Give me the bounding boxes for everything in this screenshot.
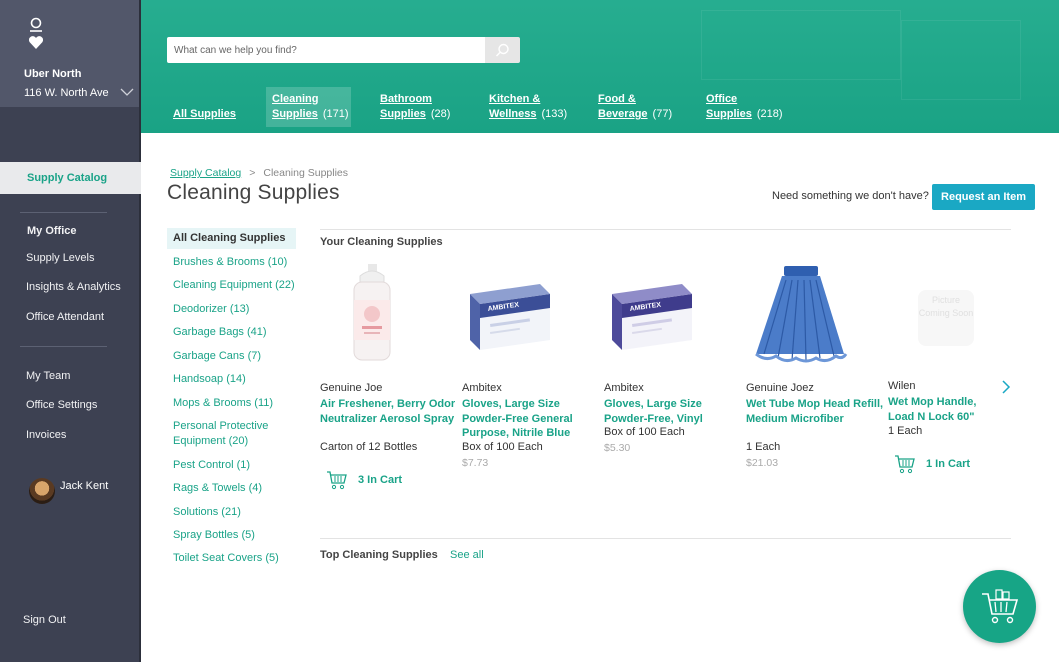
product-brand: Genuine Joez	[746, 382, 814, 394]
category-item[interactable]: Personal Protective Equipment (20)	[173, 419, 273, 449]
category-item[interactable]: Handsoap (14)	[173, 372, 298, 387]
category-item[interactable]: Mops & Brooms (11)	[173, 396, 298, 411]
glove-box-image: AMBITEX	[612, 284, 692, 350]
breadcrumb: Supply Catalog > Cleaning Supplies	[170, 167, 348, 179]
sidebar-item-supply-catalog[interactable]: Supply Catalog	[0, 162, 141, 194]
org-name: Uber North	[24, 68, 82, 80]
avatar[interactable]	[29, 478, 55, 504]
sidebar-item-my-team[interactable]: My Team	[26, 370, 70, 382]
aerosol-can-image	[353, 264, 391, 361]
request-item-button[interactable]: Request an Item	[932, 184, 1035, 210]
product-pack-size: Carton of 12 Bottles	[320, 441, 418, 453]
category-item[interactable]: Pest Control (1)	[173, 458, 298, 473]
background-decoration	[901, 20, 1021, 100]
section-title-your-supplies: Your Cleaning Supplies	[320, 236, 443, 248]
category-item[interactable]: Spray Bottles (5)	[173, 528, 298, 543]
cart-icon	[895, 455, 915, 474]
breadcrumb-current: Cleaning Supplies	[263, 167, 349, 179]
cart-icon	[982, 589, 1019, 624]
section-title-top-supplies: Top Cleaning Supplies	[320, 549, 438, 561]
category-item[interactable]: Cleaning Equipment (22)	[173, 278, 298, 293]
product-brand: Wilen	[888, 380, 916, 392]
category-item[interactable]: Toilet Seat Covers (5)	[173, 551, 298, 566]
tab-all-supplies[interactable]: All Supplies	[173, 87, 236, 127]
product-price: $21.03	[746, 457, 779, 469]
tab-cleaning-supplies[interactable]: Cleaning Supplies (171)	[266, 87, 351, 127]
sidebar-divider	[20, 346, 107, 347]
product-pack-size: Box of 100 Each	[604, 426, 685, 438]
tab-food-beverage[interactable]: Food & Beverage (77)	[598, 87, 672, 127]
product-brand: Genuine Joe	[320, 382, 383, 394]
product-pack-size: Box of 100 Each	[462, 441, 543, 453]
chevron-right-icon[interactable]	[1000, 379, 1012, 395]
breadcrumb-link[interactable]: Supply Catalog	[170, 167, 241, 179]
section-divider	[320, 229, 1011, 230]
product-pack-size: 1 Each	[746, 441, 781, 453]
cart-button[interactable]	[963, 570, 1036, 643]
org-switcher[interactable]: Uber North 116 W. North Ave	[0, 0, 139, 107]
cart-icon	[327, 471, 347, 490]
sidebar-item-supply-levels[interactable]: Supply Levels	[26, 252, 95, 264]
in-cart-label: 1 In Cart	[926, 458, 971, 470]
picture-placeholder: Picture Coming Soon	[918, 290, 974, 346]
sidebar-item-invoices[interactable]: Invoices	[26, 429, 66, 441]
product-price: $7.73	[462, 457, 489, 469]
logo-icon	[28, 17, 44, 49]
category-item[interactable]: Garbage Bags (41)	[173, 325, 298, 340]
org-address: 116 W. North Ave	[24, 87, 109, 99]
product-brand: Ambitex	[604, 382, 644, 394]
background-decoration	[701, 10, 901, 80]
sidebar-item-insights[interactable]: Insights & Analytics	[26, 281, 121, 293]
glove-box-image: AMBITEX	[470, 284, 550, 350]
product-name[interactable]: Wet Mop Handle, Load N Lock 60"	[888, 395, 998, 424]
section-divider	[320, 538, 1011, 539]
sidebar: Uber North 116 W. North Ave Supply Catal…	[0, 0, 141, 662]
product-pack-size: 1 Each	[888, 425, 923, 437]
search-input[interactable]	[167, 37, 485, 63]
sidebar-item-office-settings[interactable]: Office Settings	[26, 399, 97, 411]
category-item[interactable]: Garbage Cans (7)	[173, 349, 298, 364]
product-name[interactable]: Gloves, Large Size Powder-Free, Vinyl	[604, 397, 742, 426]
tab-kitchen-wellness[interactable]: Kitchen & Wellness (133)	[489, 87, 567, 127]
category-header: All Supplies Cleaning Supplies(171) Bath…	[141, 0, 1059, 133]
sidebar-divider	[20, 212, 107, 213]
category-item[interactable]: Rags & Towels (4)	[173, 481, 298, 496]
tab-office-supplies[interactable]: Office Supplies (218)	[706, 87, 783, 127]
product-name[interactable]: Gloves, Large Size Powder-Free General P…	[462, 397, 600, 441]
tab-bathroom-supplies[interactable]: Bathroom Supplies (28)	[380, 87, 450, 127]
sidebar-item-office-attendant[interactable]: Office Attendant	[26, 311, 104, 323]
mop-head-image	[755, 266, 848, 363]
user-name[interactable]: Jack Kent	[60, 480, 108, 492]
request-prompt: Need something we don't have?	[772, 190, 929, 202]
product-name[interactable]: Air Freshener, Berry Odor Neutralizer Ae…	[320, 397, 458, 426]
sidebar-section-my-office[interactable]: My Office	[27, 225, 77, 237]
page-title: Cleaning Supplies	[167, 181, 340, 204]
category-item[interactable]: Solutions (21)	[173, 505, 298, 520]
product-price: $5.30	[604, 442, 631, 454]
chevron-down-icon[interactable]	[120, 87, 134, 97]
category-item[interactable]: Deodorizer (13)	[173, 302, 298, 317]
category-item[interactable]: Brushes & Brooms (10)	[173, 255, 298, 270]
product-brand: Ambitex	[462, 382, 502, 394]
in-cart-label: 3 In Cart	[358, 474, 403, 486]
see-all-link[interactable]: See all	[450, 549, 484, 561]
product-name[interactable]: Wet Tube Mop Head Refill, Medium Microfi…	[746, 397, 884, 426]
search-button[interactable]	[485, 37, 520, 63]
search-icon	[496, 43, 509, 57]
breadcrumb-separator: >	[249, 167, 256, 179]
sign-out-link[interactable]: Sign Out	[23, 614, 66, 626]
product-card[interactable]: Picture Coming Soon Wilen Wet Mop Handle…	[888, 262, 998, 482]
category-item-all[interactable]: All Cleaning Supplies	[167, 228, 296, 249]
